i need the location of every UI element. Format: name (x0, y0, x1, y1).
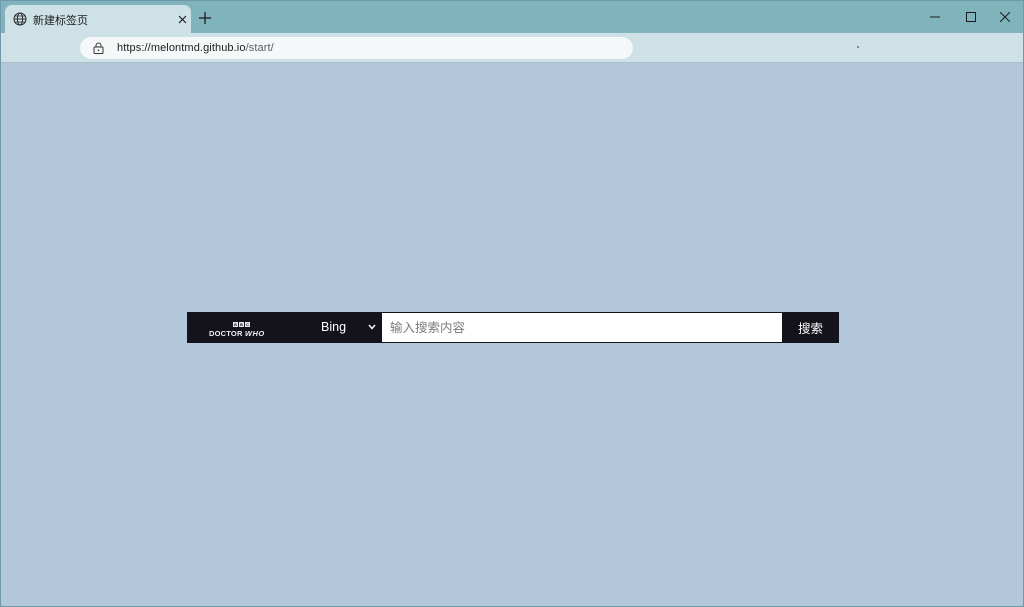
tab-strip: 新建标签页 (1, 1, 1023, 33)
window-close-button[interactable] (987, 1, 1023, 33)
search-button[interactable]: 搜索 (782, 312, 839, 343)
globe-icon (13, 12, 27, 26)
logo-text-accent: WHO (244, 329, 265, 338)
bbc-block: B (239, 322, 244, 327)
url-domain: https://melontmd.github.io (117, 42, 246, 54)
chevron-down-icon (368, 324, 376, 330)
new-tab-plus-icon[interactable] (197, 10, 213, 26)
doctor-who-wordmark: DOCTOR WHO (209, 329, 265, 338)
close-icon (1000, 12, 1010, 22)
logo-text-main: DOCTOR (209, 329, 243, 338)
search-input[interactable] (382, 313, 782, 342)
address-bar[interactable]: https://melontmd.github.io/start/ (80, 37, 633, 59)
close-icon (178, 15, 186, 23)
maximize-button[interactable] (953, 1, 989, 33)
lock-icon[interactable] (93, 42, 104, 54)
search-engine-select[interactable]: Bing (303, 312, 382, 343)
page-content: B B C DOCTOR WHO Bing 搜索 (1, 64, 1023, 606)
bbc-block: C (245, 322, 250, 327)
doctor-who-logo: B B C DOCTOR WHO (187, 312, 303, 343)
minimize-button[interactable] (917, 1, 953, 33)
search-bar: B B C DOCTOR WHO Bing 搜索 (187, 312, 839, 343)
toolbar-indicator (857, 46, 859, 48)
tab-close-button[interactable] (174, 11, 190, 27)
url-path: /start/ (245, 42, 274, 54)
tab-title: 新建标签页 (33, 14, 88, 27)
address-url[interactable]: https://melontmd.github.io/start/ (117, 42, 274, 54)
maximize-icon (966, 12, 976, 22)
browser-toolbar: https://melontmd.github.io/start/ (1, 33, 1023, 63)
tab-new-tab[interactable]: 新建标签页 (5, 5, 191, 33)
bbc-block: B (233, 322, 238, 327)
browser-window: 新建标签页 https://melontmd.github.io/start/ … (0, 0, 1024, 607)
search-engine-value: Bing (321, 320, 347, 334)
minimize-icon (930, 16, 940, 18)
bbc-logo: B B C (233, 322, 250, 327)
